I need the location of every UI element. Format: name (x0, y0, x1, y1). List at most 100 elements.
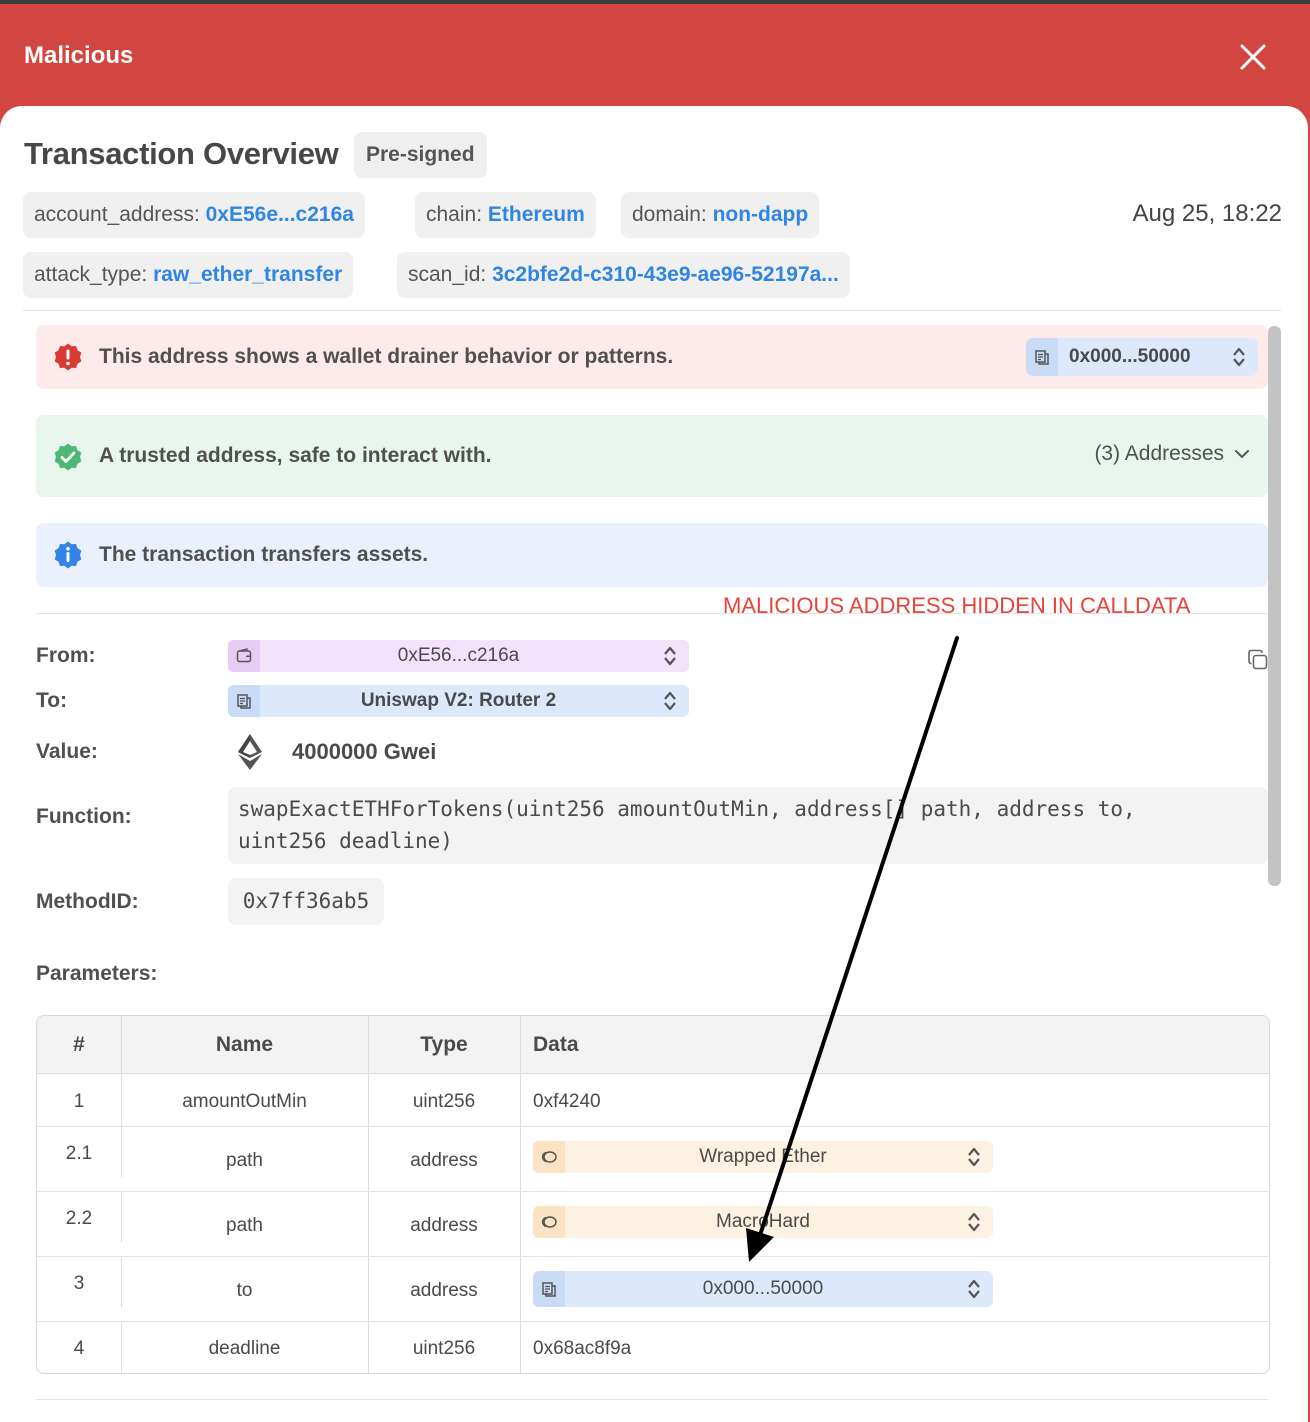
token-address-value: MacroHard (716, 1211, 810, 1232)
row-type: address (410, 1215, 478, 1236)
meta-chip-chain: chain: Ethereum (415, 192, 596, 238)
meta-chip-attack-type: attack_type: raw_ether_transfer (23, 252, 354, 298)
close-icon (1240, 44, 1266, 70)
meta-value-link[interactable]: non-dapp (713, 203, 809, 226)
from-address-select[interactable]: 0xE56...c216a (228, 640, 689, 672)
meta-chip-account-address: account_address: 0xE56e...c216a (23, 192, 365, 238)
recipient-address-value: 0x000...50000 (702, 1278, 824, 1299)
transaction-date: Aug 25, 18:22 (1132, 200, 1282, 227)
addresses-dropdown-label: (3) Addresses (1094, 442, 1224, 465)
contract-icon (1035, 350, 1049, 365)
danger-alert: This address shows a wallet drainer beha… (36, 325, 1268, 389)
table-header: # Name Type Data (37, 1016, 1269, 1074)
value-label: Value: (36, 740, 98, 763)
column-header-name: Name (215, 1033, 274, 1056)
row-data: 0xf4240 (533, 1091, 601, 1112)
row-name: path (226, 1215, 263, 1236)
parameters-label: Parameters: (36, 962, 158, 985)
row-index: 2.1 (65, 1143, 93, 1164)
copy-icon (1248, 649, 1268, 670)
function-label: Function: (36, 805, 132, 828)
check-badge-icon (53, 442, 83, 472)
method-id-value: 0x7ff36ab5 (228, 878, 384, 925)
address-select[interactable]: 0x000...50000 (1026, 338, 1258, 376)
meta-value-link[interactable]: Ethereum (488, 203, 585, 226)
column-header-index: # (73, 1033, 85, 1056)
recipient-address-select[interactable]: 0x000...50000 (533, 1271, 993, 1307)
meta-chip-scan-id: scan_id: 3c2bfe2d-c310-43e9-ae96-52197a.… (397, 252, 850, 298)
annotation-label: MALICIOUS ADDRESS HIDDEN IN CALLDATA (723, 593, 1191, 618)
token-address-value: Wrapped Ether (699, 1146, 827, 1167)
meta-key: scan_id: (408, 263, 487, 286)
meta-key: chain: (426, 203, 483, 226)
column-divider (121, 1016, 122, 1074)
from-label: From: (36, 644, 96, 667)
table-row: 2.2 path address MacroHard (37, 1192, 1269, 1257)
function-signature-line: uint256 deadline) (238, 829, 453, 853)
row-type: address (410, 1280, 478, 1301)
value-amount: 4000000 Gwei (292, 739, 437, 764)
header-title: Malicious (24, 42, 134, 69)
sort-icon (968, 1212, 980, 1232)
meta-value-link[interactable]: raw_ether_transfer (153, 263, 342, 286)
row-index: 4 (73, 1338, 85, 1359)
row-type: uint256 (412, 1091, 476, 1112)
row-name: to (236, 1280, 253, 1301)
meta-key: account_address: (34, 203, 200, 226)
status-badge: Pre-signed (354, 132, 487, 178)
token-address-select[interactable]: Wrapped Ether (533, 1141, 993, 1173)
column-header-type: Type (420, 1033, 468, 1056)
danger-alert-text: This address shows a wallet drainer beha… (99, 345, 674, 368)
safe-alert-text: A trusted address, safe to interact with… (99, 444, 492, 467)
function-signature-line: swapExactETHForTokens(uint256 amountOutM… (238, 797, 1136, 821)
scrollbar-thumb[interactable] (1268, 326, 1281, 886)
table-row: 3 to address 0x000...50000 (37, 1257, 1269, 1322)
sort-icon (664, 646, 676, 666)
table-row: 1 amountOutMin uint256 0xf4240 (37, 1074, 1269, 1127)
from-address-value: 0xE56...c216a (397, 645, 520, 666)
token-address-select[interactable]: MacroHard (533, 1206, 993, 1238)
info-alert-text: The transaction transfers assets. (99, 543, 429, 566)
row-data: 0x68ac8f9a (533, 1338, 632, 1359)
method-id-label: MethodID: (36, 890, 139, 913)
chevron-down-icon (1235, 450, 1249, 459)
info-alert: The transaction transfers assets. (36, 523, 1268, 587)
copy-button[interactable] (1246, 648, 1270, 672)
safe-alert: A trusted address, safe to interact with… (36, 415, 1268, 497)
to-address-select[interactable]: Uniswap V2: Router 2 (228, 685, 689, 717)
error-icon (53, 342, 83, 372)
divider (23, 310, 1281, 311)
row-name: path (226, 1150, 263, 1171)
row-index: 1 (73, 1091, 85, 1112)
sort-icon (664, 691, 676, 711)
column-header-data: Data (533, 1033, 579, 1056)
addresses-dropdown[interactable]: (3) Addresses (1094, 442, 1250, 466)
meta-value-link[interactable]: 0xE56e...c216a (206, 203, 354, 226)
meta-chip-domain: domain: non-dapp (621, 192, 820, 238)
table-row: 2.1 path address Wrapped Ether (37, 1127, 1269, 1192)
row-index: 3 (73, 1273, 85, 1294)
divider (36, 1399, 1268, 1400)
close-button[interactable] (1236, 40, 1270, 74)
row-name: deadline (208, 1338, 281, 1359)
meta-key: domain: (632, 203, 707, 226)
address-select-value: 0x000...50000 (1069, 346, 1191, 367)
info-icon (53, 540, 83, 570)
row-type: uint256 (412, 1338, 476, 1359)
sort-icon (968, 1279, 980, 1299)
to-label: To: (36, 689, 68, 712)
row-name: amountOutMin (182, 1091, 307, 1112)
row-index: 2.2 (65, 1208, 93, 1229)
sort-icon (1233, 347, 1245, 367)
page-title: Transaction Overview (24, 136, 339, 171)
parameters-table: # Name Type Data 1 amountOutMin uint256 … (36, 1015, 1270, 1374)
modal-header: Malicious (0, 4, 1310, 114)
meta-value-link[interactable]: 3c2bfe2d-c310-43e9-ae96-52197a... (492, 263, 839, 286)
row-type: address (410, 1150, 478, 1171)
to-address-value: Uniswap V2: Router 2 (360, 690, 557, 711)
table-row: 4 deadline uint256 0x68ac8f9a (37, 1322, 1269, 1373)
ethereum-icon (238, 734, 262, 770)
meta-key: attack_type: (34, 263, 148, 286)
sort-icon (968, 1147, 980, 1167)
function-signature: swapExactETHForTokens(uint256 amountOutM… (228, 787, 1268, 864)
